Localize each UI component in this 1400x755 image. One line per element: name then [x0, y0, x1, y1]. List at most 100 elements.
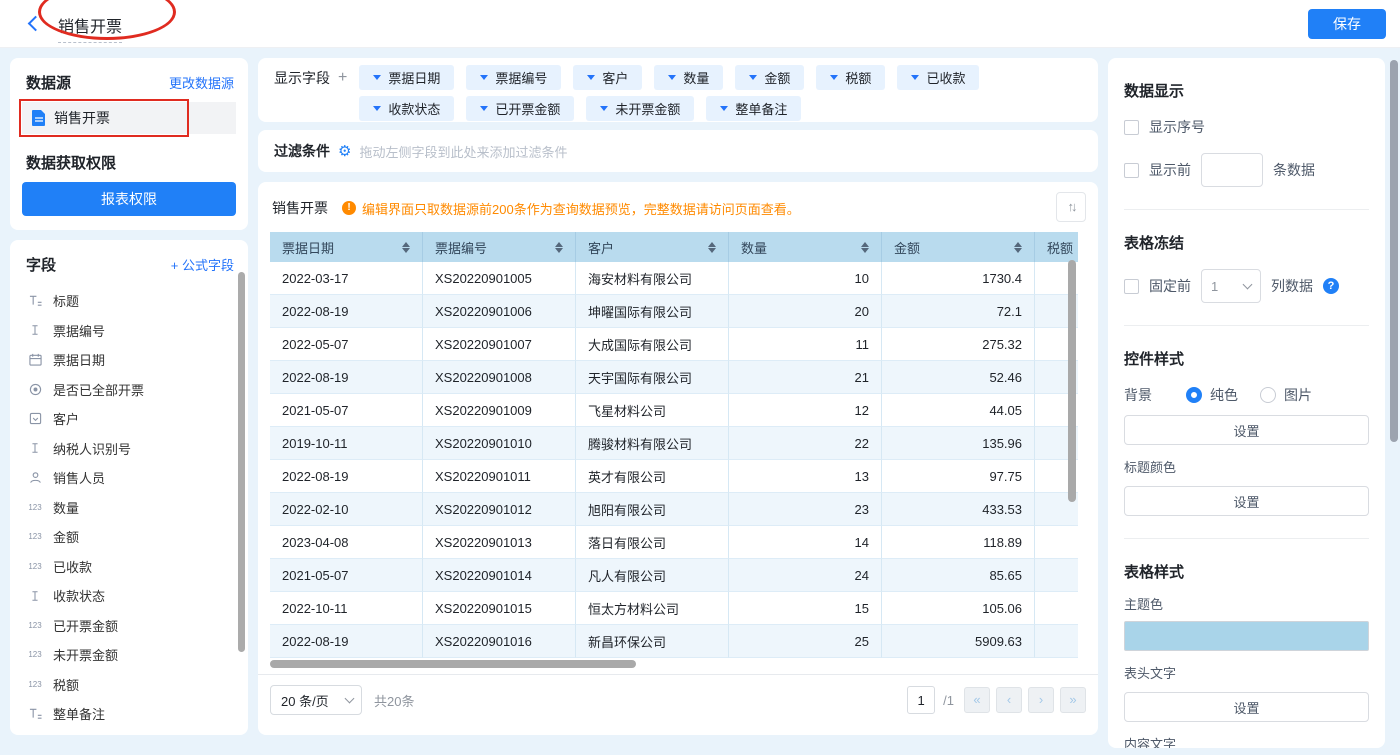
page-size-select[interactable]: 20 条/页	[270, 685, 362, 715]
field-item[interactable]: 123税额	[26, 670, 234, 700]
field-item[interactable]: 123未开票金额	[26, 640, 234, 670]
theme-color-swatch[interactable]	[1124, 621, 1369, 651]
column-header[interactable]: 税额	[1035, 232, 1078, 262]
fields-scrollbar[interactable]	[238, 272, 245, 652]
chip-label: 客户	[602, 68, 628, 87]
column-header[interactable]: 票据编号	[423, 232, 576, 262]
table-cell: 大成国际有限公司	[576, 328, 729, 361]
field-item[interactable]: 标题	[26, 286, 234, 316]
next-page-button[interactable]: ›	[1028, 687, 1054, 713]
sort-icon[interactable]	[1014, 242, 1022, 253]
table-header-row: 票据日期票据编号客户数量金额税额	[270, 232, 1078, 262]
title-color-set-button[interactable]: 设置	[1124, 486, 1369, 516]
field-item[interactable]: 123已开票金额	[26, 611, 234, 641]
display-field-chip[interactable]: 收款状态	[359, 96, 454, 121]
column-header[interactable]: 金额	[882, 232, 1035, 262]
longtext-field-icon	[26, 707, 44, 720]
number-field-icon: 123	[26, 650, 44, 659]
image-radio[interactable]	[1260, 387, 1276, 403]
solid-color-radio[interactable]	[1186, 387, 1202, 403]
last-page-button[interactable]: »	[1060, 687, 1086, 713]
column-header[interactable]: 客户	[576, 232, 729, 262]
back-icon[interactable]	[28, 16, 44, 32]
display-field-chip[interactable]: 整单备注	[706, 96, 801, 121]
chip-label: 未开票金额	[615, 99, 680, 118]
display-field-chip[interactable]: 数量	[654, 65, 723, 90]
display-field-chip[interactable]: 票据日期	[359, 65, 454, 90]
table-cell: 23	[729, 493, 882, 526]
field-item-label: 已开票金额	[53, 616, 118, 635]
table-cell: 2019-10-11	[270, 427, 423, 460]
field-item[interactable]: 纳税人识别号	[26, 434, 234, 464]
table-row: 2023-04-08XS20220901013落日有限公司14118.89	[270, 526, 1078, 559]
row-limit-input[interactable]	[1201, 153, 1263, 187]
datasource-item[interactable]: 销售开票	[22, 102, 236, 134]
table-cell: 飞星材料公司	[576, 394, 729, 427]
help-icon[interactable]: ?	[1323, 278, 1339, 294]
show-index-checkbox[interactable]	[1124, 120, 1139, 135]
table-cell: XS20220901006	[423, 295, 576, 328]
add-display-field-button[interactable]: +	[338, 69, 347, 87]
display-field-chip[interactable]: 票据编号	[466, 65, 561, 90]
caret-down-icon	[373, 106, 381, 111]
field-item-label: 金额	[53, 527, 79, 546]
display-field-chip[interactable]: 税额	[816, 65, 885, 90]
add-formula-field-link[interactable]: + 公式字段	[171, 255, 234, 274]
show-first-checkbox[interactable]	[1124, 163, 1139, 178]
gear-icon[interactable]: ⚙	[338, 144, 351, 159]
table-cell: 275.32	[882, 328, 1035, 361]
sort-order-icon[interactable]: ↑↓	[1056, 192, 1086, 222]
page-total: /1	[943, 693, 954, 708]
sort-icon[interactable]	[861, 242, 869, 253]
report-permission-button[interactable]: 报表权限	[22, 182, 236, 216]
field-item[interactable]: 123金额	[26, 522, 234, 552]
background-set-button[interactable]: 设置	[1124, 415, 1369, 445]
display-field-chip[interactable]: 已收款	[897, 65, 979, 90]
table-horizontal-scrollbar[interactable]	[270, 660, 636, 668]
table-vertical-scrollbar[interactable]	[1068, 260, 1076, 502]
table-title: 销售开票	[272, 198, 328, 218]
page-number-input[interactable]	[907, 686, 935, 714]
column-header[interactable]: 票据日期	[270, 232, 423, 262]
page-title: 销售开票	[58, 13, 122, 43]
table-row: 2022-03-17XS20220901005海安材料有限公司101730.4	[270, 262, 1078, 295]
field-item[interactable]: 收款状态	[26, 581, 234, 611]
table-row: 2021-05-07XS20220901009飞星材料公司1244.05	[270, 394, 1078, 427]
freeze-count-select[interactable]: 1	[1201, 269, 1261, 303]
field-item[interactable]: 销售人员	[26, 463, 234, 493]
table-cell: 44.05	[882, 394, 1035, 427]
field-item-label: 数量	[53, 498, 79, 517]
first-page-button[interactable]: «	[964, 687, 990, 713]
sort-icon[interactable]	[555, 242, 563, 253]
field-item[interactable]: 整单备注	[26, 699, 234, 729]
field-item[interactable]: 是否已全部开票	[26, 375, 234, 405]
caret-down-icon	[600, 106, 608, 111]
field-item-label: 税额	[53, 675, 79, 694]
display-field-chip[interactable]: 金额	[735, 65, 804, 90]
column-header[interactable]: 数量	[729, 232, 882, 262]
field-item[interactable]: 123数量	[26, 493, 234, 523]
table-cell: 5909.63	[882, 625, 1035, 658]
chip-label: 票据日期	[388, 68, 440, 87]
sort-icon[interactable]	[402, 242, 410, 253]
table-cell: XS20220901015	[423, 592, 576, 625]
display-field-chip[interactable]: 未开票金额	[586, 96, 694, 121]
page-scrollbar[interactable]	[1390, 60, 1398, 442]
total-count: 共20条	[374, 691, 414, 710]
table-cell: XS20220901010	[423, 427, 576, 460]
chip-label: 已收款	[926, 68, 965, 87]
field-item[interactable]: 票据编号	[26, 316, 234, 346]
sort-icon[interactable]	[708, 242, 716, 253]
field-item[interactable]: 票据日期	[26, 345, 234, 375]
save-button[interactable]: 保存	[1308, 9, 1386, 39]
table-cell: 1730.4	[882, 262, 1035, 295]
field-item[interactable]: 客户	[26, 404, 234, 434]
prev-page-button[interactable]: ‹	[996, 687, 1022, 713]
display-field-chip[interactable]: 已开票金额	[466, 96, 574, 121]
change-datasource-link[interactable]: 更改数据源	[169, 73, 234, 92]
display-field-chip[interactable]: 客户	[573, 65, 642, 90]
chip-label: 已开票金额	[495, 99, 560, 118]
field-item[interactable]: 123已收款	[26, 552, 234, 582]
header-text-set-button[interactable]: 设置	[1124, 692, 1369, 722]
freeze-checkbox[interactable]	[1124, 279, 1139, 294]
